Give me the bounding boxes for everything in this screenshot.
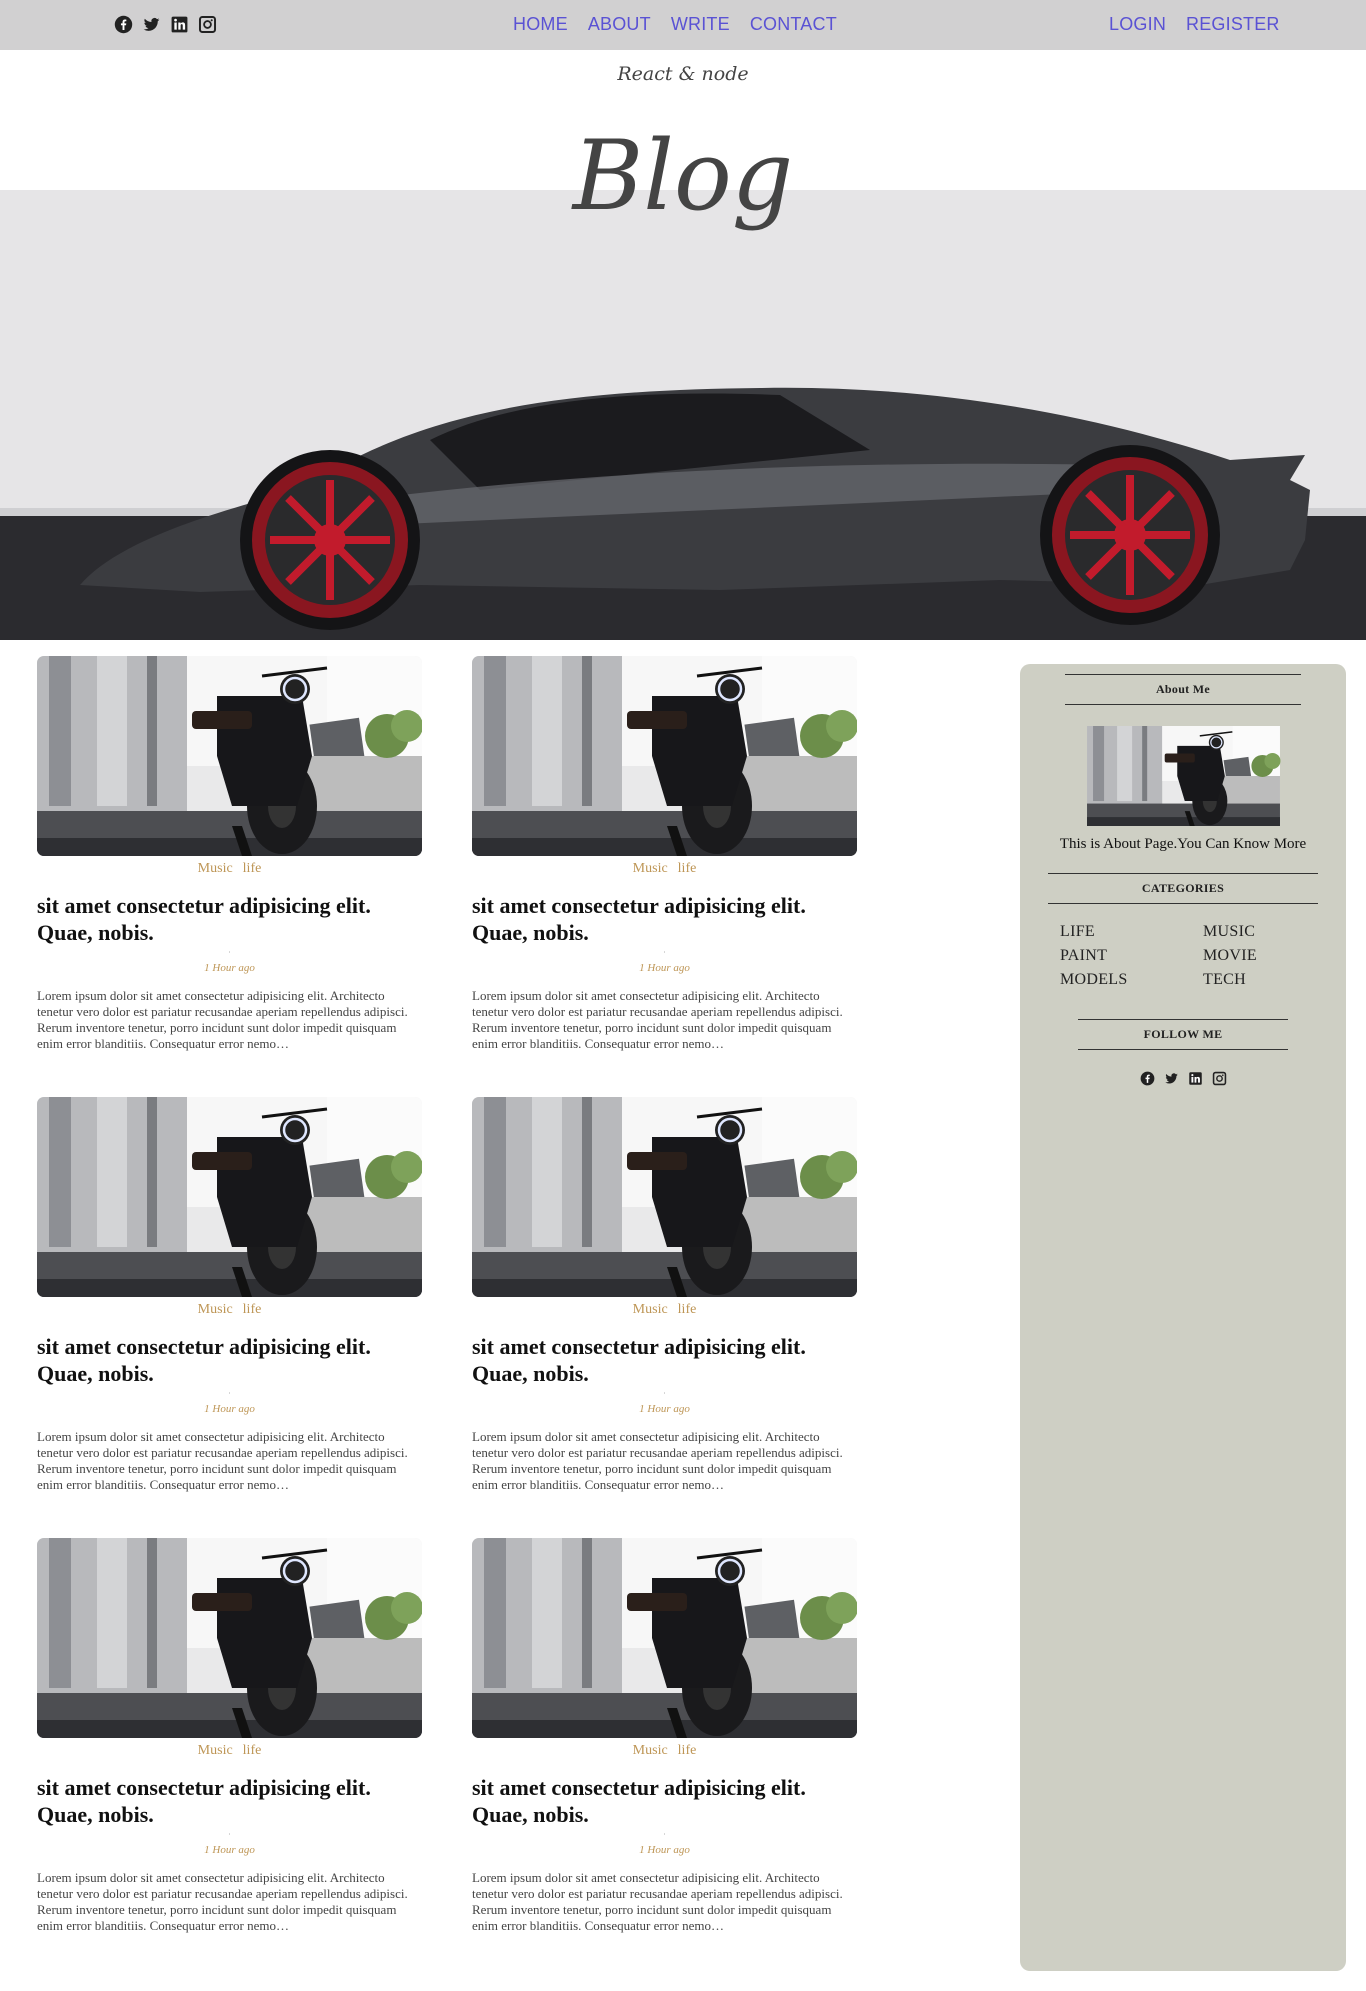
category-models[interactable]: MODELS — [1060, 971, 1203, 989]
post-date: 1 Hour ago — [639, 1403, 690, 1415]
category-tech[interactable]: TECH — [1203, 971, 1320, 989]
top-navbar: HOME ABOUT WRITE CONTACT LOGIN REGISTER — [0, 0, 1366, 50]
post-date: 1 Hour ago — [639, 1844, 690, 1856]
post-card: Music life sit amet consectetur adipisici… — [37, 1097, 422, 1493]
facebook-icon[interactable] — [1139, 1070, 1155, 1086]
sidebar: About Me This is About Page.You Can Know… — [1020, 664, 1346, 1971]
post-divider: · — [663, 1830, 666, 1839]
post-title[interactable]: sit amet consectetur adipisicing elit. Q… — [472, 892, 857, 946]
post-categories: Music life — [472, 1302, 857, 1318]
post-categories: Music life — [472, 861, 857, 877]
post-card: Music life sit amet consectetur adipisici… — [472, 656, 857, 1052]
instagram-icon[interactable] — [197, 14, 217, 34]
post-card: Music life sit amet consectetur adipisici… — [37, 1538, 422, 1934]
category-paint[interactable]: PAINT — [1060, 947, 1203, 965]
post-title[interactable]: sit amet consectetur adipisicing elit. Q… — [37, 1333, 422, 1387]
post-divider: · — [228, 1830, 231, 1839]
twitter-icon[interactable] — [141, 14, 161, 34]
categories-title: CATEGORIES — [1048, 873, 1318, 904]
top-menu: HOME ABOUT WRITE CONTACT — [513, 14, 837, 35]
facebook-icon[interactable] — [113, 14, 133, 34]
categories-list: LIFE MUSIC PAINT MOVIE MODELS TECH — [1060, 923, 1320, 989]
post-category[interactable]: Music — [633, 861, 668, 876]
top-social-links — [113, 14, 217, 34]
post-description: Lorem ipsum dolor sit amet consectetur a… — [37, 1870, 408, 1933]
post-image[interactable] — [37, 656, 422, 856]
twitter-icon[interactable] — [1163, 1070, 1179, 1086]
nav-contact-link[interactable]: CONTACT — [750, 14, 837, 35]
post-categories: Music life — [472, 1743, 857, 1759]
about-text: This is About Page.You Can Know More — [1059, 836, 1307, 852]
about-image — [1070, 726, 1297, 826]
post-category[interactable]: life — [243, 861, 262, 876]
post-category[interactable]: Music — [198, 861, 233, 876]
post-divider: · — [663, 948, 666, 957]
post-category[interactable]: life — [678, 1302, 697, 1317]
post-category[interactable]: life — [678, 861, 697, 876]
post-description: Lorem ipsum dolor sit amet consectetur a… — [472, 1870, 843, 1933]
post-title[interactable]: sit amet consectetur adipisicing elit. Q… — [37, 892, 422, 946]
post-category[interactable]: life — [678, 1743, 697, 1758]
post-category[interactable]: Music — [198, 1302, 233, 1317]
post-category[interactable]: life — [243, 1743, 262, 1758]
sidebar-social-links — [1020, 1070, 1346, 1086]
post-divider: · — [228, 948, 231, 957]
post-date: 1 Hour ago — [204, 962, 255, 974]
post-category[interactable]: Music — [633, 1302, 668, 1317]
follow-me-title: FOLLOW ME — [1078, 1019, 1288, 1050]
header-subtitle: React & node — [617, 63, 749, 85]
post-category[interactable]: Music — [633, 1743, 668, 1758]
category-movie[interactable]: MOVIE — [1203, 947, 1320, 965]
post-category[interactable]: life — [243, 1302, 262, 1317]
post-image[interactable] — [472, 656, 857, 856]
post-divider: · — [663, 1389, 666, 1398]
post-description: Lorem ipsum dolor sit amet consectetur a… — [37, 1429, 408, 1492]
post-description: Lorem ipsum dolor sit amet consectetur a… — [472, 988, 843, 1051]
about-me-title: About Me — [1065, 674, 1301, 705]
post-card: Music life sit amet consectetur adipisici… — [37, 656, 422, 1052]
post-title[interactable]: sit amet consectetur adipisicing elit. Q… — [37, 1774, 422, 1828]
post-date: 1 Hour ago — [204, 1403, 255, 1415]
post-image[interactable] — [472, 1538, 857, 1738]
post-card: Music life sit amet consectetur adipisici… — [472, 1538, 857, 1934]
post-divider: · — [228, 1389, 231, 1398]
register-link[interactable]: REGISTER — [1186, 14, 1280, 35]
post-image[interactable] — [37, 1538, 422, 1738]
post-description: Lorem ipsum dolor sit amet consectetur a… — [37, 988, 408, 1051]
nav-home-link[interactable]: HOME — [513, 14, 568, 35]
post-categories: Music life — [37, 1302, 422, 1318]
instagram-icon[interactable] — [1211, 1070, 1227, 1086]
post-category[interactable]: Music — [198, 1743, 233, 1758]
post-date: 1 Hour ago — [639, 962, 690, 974]
nav-about-link[interactable]: ABOUT — [588, 14, 651, 35]
post-image[interactable] — [472, 1097, 857, 1297]
login-link[interactable]: LOGIN — [1109, 14, 1166, 35]
post-image[interactable] — [37, 1097, 422, 1297]
post-categories: Music life — [37, 1743, 422, 1759]
post-title[interactable]: sit amet consectetur adipisicing elit. Q… — [472, 1333, 857, 1387]
nav-write-link[interactable]: WRITE — [671, 14, 730, 35]
auth-links: LOGIN REGISTER — [1109, 14, 1280, 35]
post-categories: Music life — [37, 861, 422, 877]
category-music[interactable]: MUSIC — [1203, 923, 1320, 941]
category-life[interactable]: LIFE — [1060, 923, 1203, 941]
hero-image — [0, 190, 1366, 640]
post-date: 1 Hour ago — [204, 1844, 255, 1856]
post-card: Music life sit amet consectetur adipisici… — [472, 1097, 857, 1493]
linkedin-icon[interactable] — [1187, 1070, 1203, 1086]
header-title: Blog — [572, 120, 794, 232]
post-title[interactable]: sit amet consectetur adipisicing elit. Q… — [472, 1774, 857, 1828]
post-description: Lorem ipsum dolor sit amet consectetur a… — [472, 1429, 843, 1492]
linkedin-icon[interactable] — [169, 14, 189, 34]
